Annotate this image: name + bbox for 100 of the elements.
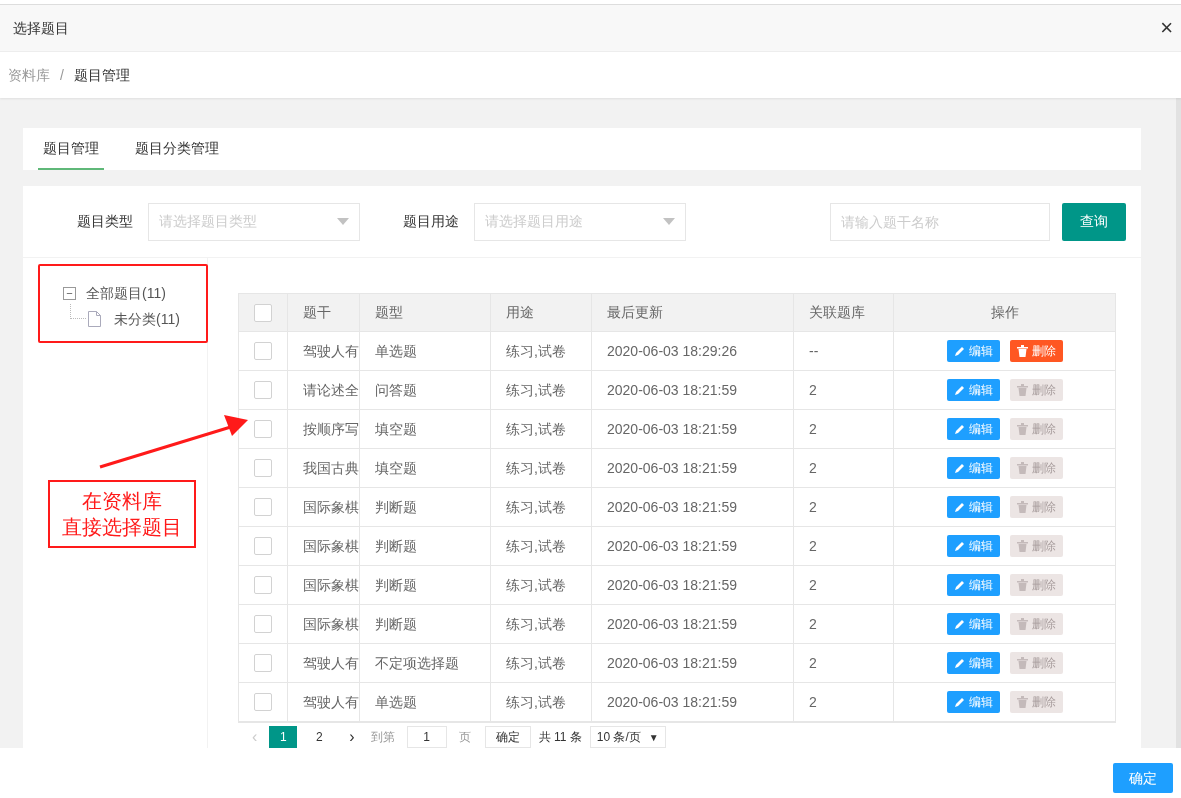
column-header: 用途 bbox=[506, 303, 534, 322]
checkbox[interactable] bbox=[254, 537, 272, 555]
table-cell-text: 2 bbox=[809, 458, 817, 478]
column-header: 操作 bbox=[990, 303, 1019, 322]
tree-item[interactable]: 未分类(11) bbox=[114, 308, 180, 330]
table-cell-text: -- bbox=[809, 341, 819, 361]
edit-button[interactable]: 编辑 bbox=[946, 496, 1000, 518]
collapse-toggle[interactable]: − bbox=[63, 286, 76, 300]
query-button[interactable]: 查询 bbox=[1062, 202, 1126, 241]
table-cell-text: 2020-06-03 18:21:59 bbox=[607, 419, 737, 439]
edit-button[interactable]: 编辑 bbox=[946, 457, 1000, 479]
checkbox[interactable] bbox=[254, 498, 272, 516]
table-cell-text: 判断题 bbox=[375, 614, 417, 634]
edit-button[interactable]: 编辑 bbox=[946, 379, 1000, 401]
checkbox[interactable] bbox=[254, 576, 272, 594]
table-cell-text: 2 bbox=[809, 536, 817, 556]
pencil-icon bbox=[953, 345, 965, 357]
edit-button[interactable]: 编辑 bbox=[946, 340, 1000, 362]
next-page-button[interactable]: › bbox=[341, 725, 363, 748]
table-cell-text: 判断题 bbox=[375, 497, 417, 517]
checkbox[interactable] bbox=[254, 693, 272, 711]
table-cell-text: 练习,试卷 bbox=[506, 692, 566, 712]
table-cell-text: 国际象棋 bbox=[303, 575, 359, 595]
table-cell-text: 练习,试卷 bbox=[506, 497, 566, 517]
table-cell-text: 判断题 bbox=[375, 536, 417, 556]
table-cell-text: 练习,试卷 bbox=[506, 653, 566, 673]
confirm-button[interactable]: 确定 bbox=[1113, 763, 1173, 793]
table-cell-text: 不定项选择题 bbox=[375, 653, 459, 673]
page-size-select[interactable]: 10 条/页 ▼ bbox=[589, 726, 666, 748]
table-cell-text: 国际象棋 bbox=[303, 536, 359, 556]
table-cell-text: 练习,试卷 bbox=[506, 341, 566, 361]
table-cell-text: 2020-06-03 18:21:59 bbox=[607, 653, 737, 673]
pagination-label: 到第 bbox=[370, 729, 395, 746]
table-cell-text: 2020-06-03 18:21:59 bbox=[607, 536, 737, 556]
prev-page-button[interactable]: ‹ bbox=[248, 725, 262, 748]
pencil-icon bbox=[953, 540, 965, 552]
column-header: 关联题库 bbox=[809, 303, 865, 322]
breadcrumb-link[interactable]: 题目管理 bbox=[73, 64, 130, 86]
table-cell-text: 驾驶人有 bbox=[303, 692, 359, 712]
checkbox[interactable] bbox=[254, 303, 272, 322]
table-cell-text: 2020-06-03 18:21:59 bbox=[607, 458, 737, 478]
trash-icon bbox=[1016, 462, 1028, 474]
checkbox[interactable] bbox=[254, 459, 272, 477]
page-button[interactable]: 1 bbox=[269, 726, 298, 748]
trash-icon bbox=[1016, 540, 1028, 552]
checkbox[interactable] bbox=[254, 342, 272, 360]
table-cell-text: 单选题 bbox=[375, 692, 417, 712]
page-button[interactable]: 2 bbox=[305, 726, 334, 748]
edit-button[interactable]: 编辑 bbox=[946, 418, 1000, 440]
table-cell-text: 问答题 bbox=[375, 380, 417, 400]
tab[interactable]: 题目管理 bbox=[38, 128, 104, 170]
field-label: 题目用途 bbox=[403, 212, 459, 231]
checkbox[interactable] bbox=[254, 420, 272, 438]
table-cell-text: 练习,试卷 bbox=[506, 536, 566, 556]
table-cell-text: 2020-06-03 18:21:59 bbox=[607, 575, 737, 595]
table-cell-text: 2 bbox=[809, 380, 817, 400]
checkbox[interactable] bbox=[254, 381, 272, 399]
table-cell-text: 2020-06-03 18:21:59 bbox=[607, 497, 737, 517]
field-label: 题目类型 bbox=[77, 212, 133, 231]
table-cell-text: 我国古典 bbox=[303, 458, 359, 478]
table-cell-text: 2 bbox=[809, 419, 817, 439]
edit-button[interactable]: 编辑 bbox=[946, 652, 1000, 674]
edit-button[interactable]: 编辑 bbox=[946, 613, 1000, 635]
table-cell-text: 练习,试卷 bbox=[506, 419, 566, 439]
checkbox[interactable] bbox=[254, 654, 272, 672]
pencil-icon bbox=[953, 618, 965, 630]
pencil-icon bbox=[953, 462, 965, 474]
table-cell-text: 2 bbox=[809, 692, 817, 712]
table-cell-text: 按顺序写 bbox=[303, 419, 359, 439]
annotation-text: 在资料库 bbox=[82, 489, 162, 514]
edit-button[interactable]: 编辑 bbox=[946, 535, 1000, 557]
table-cell-text: 练习,试卷 bbox=[506, 614, 566, 634]
table-cell-text: 2020-06-03 18:21:59 bbox=[607, 692, 737, 712]
checkbox[interactable] bbox=[254, 615, 272, 633]
trash-icon bbox=[1016, 696, 1028, 708]
page-number-field[interactable]: 1 bbox=[406, 726, 447, 748]
pencil-icon bbox=[953, 384, 965, 396]
table-cell-text: 单选题 bbox=[375, 341, 417, 361]
trash-icon bbox=[1016, 345, 1028, 357]
table-cell-text: 请论述全 bbox=[303, 380, 359, 400]
pencil-icon bbox=[953, 579, 965, 591]
pagination-label: 页 bbox=[458, 729, 471, 746]
table-cell-text: 2 bbox=[809, 653, 817, 673]
close-button[interactable]: × bbox=[1156, 17, 1177, 39]
breadcrumb-link[interactable]: 资料库 bbox=[8, 64, 50, 86]
trash-icon bbox=[1016, 384, 1028, 396]
trash-icon bbox=[1016, 423, 1028, 435]
total-count: 共 11 条 bbox=[538, 729, 582, 746]
table-cell-text: 练习,试卷 bbox=[506, 458, 566, 478]
tab[interactable]: 题目分类管理 bbox=[130, 128, 224, 170]
table-cell-text: 驾驶人有 bbox=[303, 653, 359, 673]
trash-icon bbox=[1016, 501, 1028, 513]
edit-button[interactable]: 编辑 bbox=[946, 691, 1000, 713]
pencil-icon bbox=[953, 423, 965, 435]
edit-button[interactable]: 编辑 bbox=[946, 574, 1000, 596]
confirm-page-button[interactable]: 确定 bbox=[484, 726, 531, 748]
delete-button[interactable]: 删除 bbox=[1009, 340, 1063, 362]
caret-icon bbox=[663, 218, 675, 225]
dialog-title: 选择题目 bbox=[13, 18, 69, 38]
tree-item[interactable]: 全部题目(11) bbox=[86, 282, 166, 304]
